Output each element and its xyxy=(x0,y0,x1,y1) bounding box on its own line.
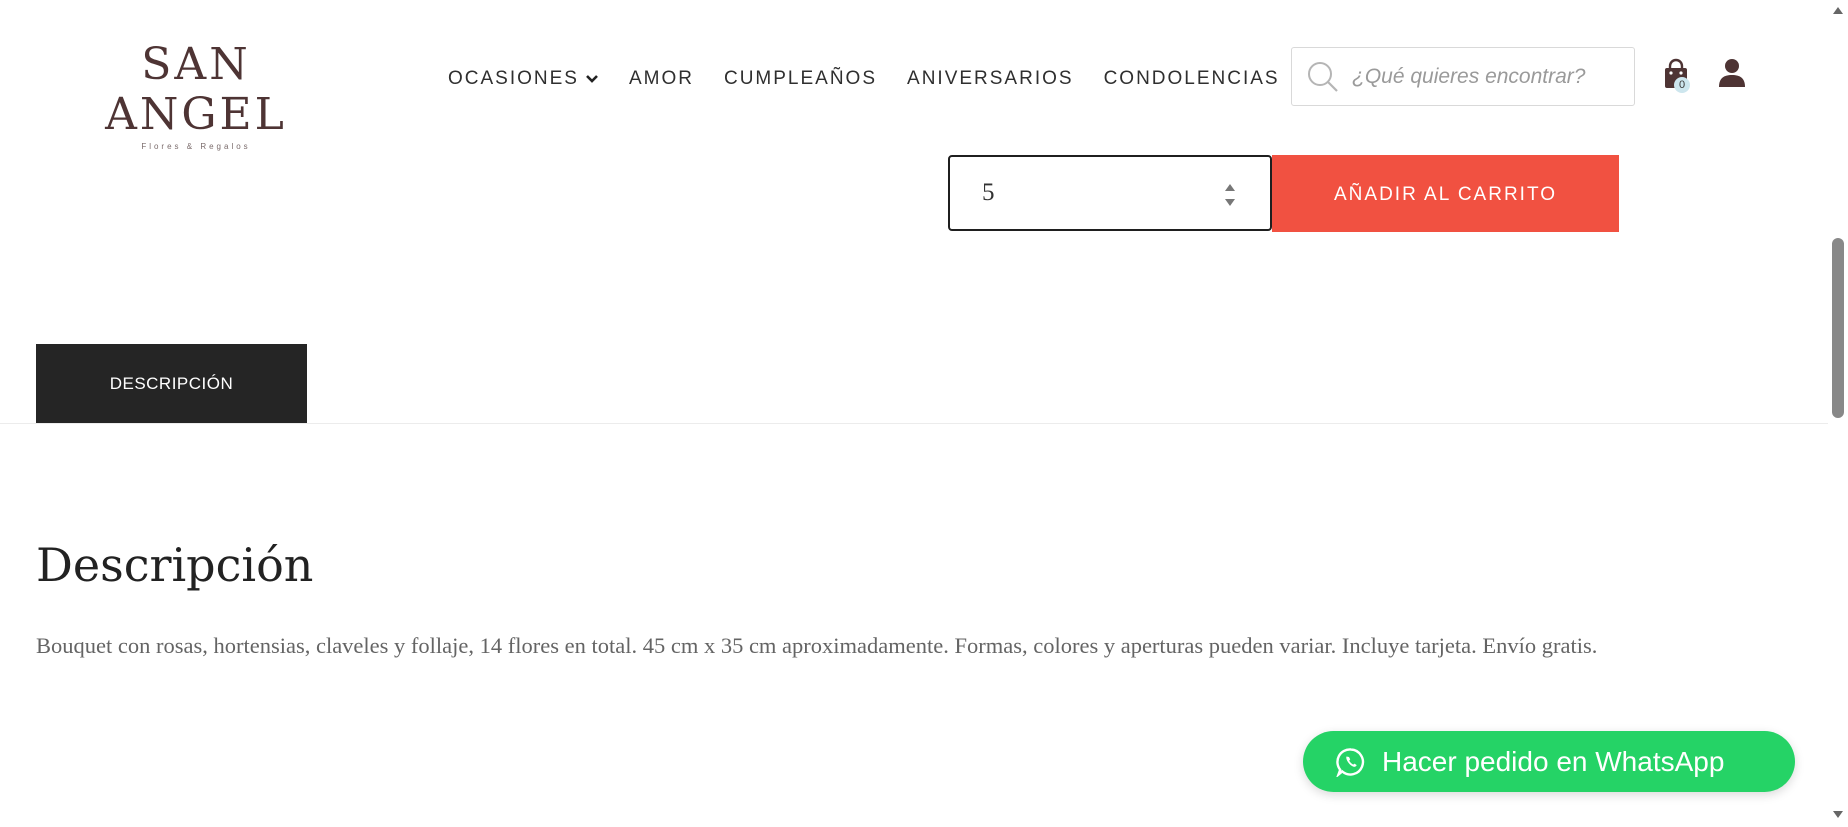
cart-button[interactable]: 0 xyxy=(1662,58,1694,94)
search-input[interactable] xyxy=(1350,63,1634,90)
user-icon xyxy=(1718,59,1746,92)
scroll-down-arrow-icon[interactable] xyxy=(1828,805,1848,823)
brand-logo[interactable]: SAN ANGEL Flores & Regalos xyxy=(68,40,324,152)
cart-count-badge: 0 xyxy=(1674,77,1690,93)
nav-item-label: CUMPLEAÑOS xyxy=(723,68,878,89)
description-text: Bouquet con rosas, hortensias, claveles … xyxy=(36,633,1598,658)
quantity-input[interactable] xyxy=(980,178,1214,208)
nav-item-cumpleanos[interactable]: CUMPLEAÑOS xyxy=(724,68,877,90)
add-to-cart-button[interactable]: AÑADIR AL CARRITO xyxy=(1272,155,1619,232)
account-button[interactable] xyxy=(1718,58,1748,90)
scroll-up-arrow-icon[interactable] xyxy=(1828,2,1848,20)
vertical-scrollbar[interactable] xyxy=(1828,0,1848,827)
nav-item-label: AMOR xyxy=(628,68,694,89)
nav-item-aniversarios[interactable]: ANIVERSARIOS xyxy=(907,68,1074,90)
search-icon[interactable] xyxy=(1306,60,1340,94)
whatsapp-button-label: Hacer pedido en WhatsApp xyxy=(1382,745,1725,777)
nav-item-ocasiones[interactable]: OCASIONES xyxy=(448,68,599,90)
scrollbar-thumb[interactable] xyxy=(1832,238,1844,418)
whatsapp-order-button[interactable]: Hacer pedido en WhatsApp xyxy=(1303,731,1795,792)
nav-item-amor[interactable]: AMOR xyxy=(629,68,694,90)
tabs-divider xyxy=(0,423,1828,424)
logo-wordmark: SAN ANGEL xyxy=(105,39,287,140)
site-header: SAN ANGEL Flores & Regalos OCASIONES AMO… xyxy=(0,0,1828,152)
logo-tagline: Flores & Regalos xyxy=(141,142,251,151)
quantity-stepper xyxy=(948,155,1272,231)
nav-item-label: OCASIONES xyxy=(448,68,579,89)
tab-descripcion[interactable]: DESCRIPCIÓN xyxy=(36,344,307,423)
nav-item-label: CONDOLENCIAS xyxy=(1103,68,1280,89)
chevron-down-icon xyxy=(585,74,599,84)
description-heading: Descripción xyxy=(36,538,314,592)
search-box xyxy=(1291,47,1635,106)
spinner-arrows-icon[interactable] xyxy=(1223,182,1237,208)
nav-item-condolencias[interactable]: CONDOLENCIAS xyxy=(1104,68,1280,90)
nav-item-label: ANIVERSARIOS xyxy=(907,68,1074,89)
whatsapp-icon xyxy=(1336,747,1366,777)
main-nav: OCASIONES AMOR CUMPLEAÑOS ANIVERSARIOS C… xyxy=(448,64,1310,94)
